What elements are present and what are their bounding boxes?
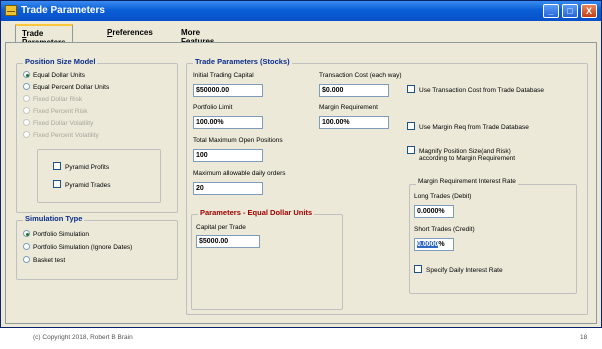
window-title: Trade Parameters (21, 5, 105, 16)
option-label: Use Transaction Cost from Trade Database (419, 87, 545, 94)
tab-label: references (112, 28, 153, 37)
page-number: 18 (580, 334, 588, 341)
margin-interest-group: Margin Requirement Interest Rate Long Tr… (409, 178, 577, 294)
pyramid-group (37, 149, 161, 203)
checkbox-use-margin-db[interactable]: Use Margin Req from Trade Database (407, 122, 529, 131)
app-icon (5, 5, 17, 16)
radio-fixed-percent-volatility: Fixed Percent Volatility (23, 131, 99, 139)
simulation-type-title: Simulation Type (23, 214, 85, 223)
radio-equal-percent-dollar-units[interactable]: Equal Percent Dollar Units (23, 83, 109, 91)
radio-icon (23, 131, 30, 138)
checkbox-specify-daily-interest[interactable]: Specify Daily Interest Rate (414, 265, 503, 274)
option-label: Pyramid Profits (65, 164, 110, 171)
close-button[interactable]: X (581, 4, 597, 18)
short-trades-field[interactable]: 0.0000% (414, 238, 454, 251)
checkbox-icon (53, 180, 61, 188)
option-label: Equal Dollar Units (33, 72, 86, 79)
radio-icon (23, 95, 30, 102)
checkbox-pyramid-profits[interactable]: Pyramid Profits (53, 162, 109, 171)
long-trades-field[interactable]: 0.0000% (414, 205, 454, 218)
transaction-cost-field[interactable]: $0.000 (319, 84, 389, 97)
initial-capital-label: Initial Trading Capital (193, 72, 254, 79)
radio-portfolio-simulation-ignore-dates[interactable]: Portfolio Simulation (Ignore Dates) (23, 243, 132, 251)
checkbox-pyramid-trades[interactable]: Pyramid Trades (53, 180, 111, 189)
trade-parameters-title: Trade Parameters (Stocks) (193, 57, 292, 66)
radio-basket-test[interactable]: Basket test (23, 256, 65, 264)
initial-capital-field[interactable]: $50000.00 (193, 84, 263, 97)
checkbox-magnify-position-size[interactable]: Magnify Position Size(and Risk) (407, 146, 511, 155)
max-daily-orders-label: Maximum allowable daily orders (193, 170, 286, 177)
portfolio-limit-field[interactable]: 100.00% (193, 116, 263, 129)
option-label: Specify Daily Interest Rate (426, 267, 503, 274)
checkbox-icon (53, 162, 61, 170)
copyright-text: (c) Copyright 2018, Robert B Brain (33, 334, 133, 341)
radio-equal-dollar-units[interactable]: Equal Dollar Units (23, 71, 85, 79)
option-label: Fixed Percent Volatility (33, 132, 99, 139)
minimize-button[interactable]: _ (543, 4, 559, 18)
transaction-cost-label: Transaction Cost (each way) (319, 72, 402, 79)
capital-per-trade-field[interactable]: $5000.00 (196, 235, 260, 248)
option-label: Portfolio Simulation (Ignore Dates) (33, 244, 133, 251)
capital-per-trade-label: Capital per Trade (196, 224, 246, 231)
portfolio-limit-label: Portfolio Limit (193, 104, 233, 111)
short-trades-selected-text: 0.0000 (417, 241, 439, 248)
maximize-button[interactable]: □ (562, 4, 578, 18)
option-label: Use Margin Req from Trade Database (419, 124, 529, 131)
position-size-model-title: Position Size Model (23, 57, 98, 66)
long-trades-label: Long Trades (Debit) (414, 193, 472, 200)
checkbox-icon (407, 85, 415, 93)
option-label: Pyramid Trades (65, 182, 111, 189)
option-label: Magnify Position Size(and Risk) (419, 148, 511, 155)
radio-icon (23, 83, 30, 90)
radio-icon (23, 256, 30, 263)
margin-requirement-label: Margin Requirement (319, 104, 378, 111)
radio-fixed-percent-risk: Fixed Percent Risk (23, 107, 88, 115)
radio-selected-icon (23, 230, 30, 237)
position-size-model-group: Position Size Model Equal Dollar Units E… (16, 57, 178, 213)
radio-icon (23, 119, 30, 126)
margin-interest-title: Margin Requirement Interest Rate (416, 178, 518, 185)
checkbox-icon (407, 146, 415, 154)
trade-parameters-window: Trade Parameters _ □ X Trade Parameters … (0, 0, 602, 328)
max-positions-field[interactable]: 100 (193, 149, 263, 162)
short-trades-suffix: % (438, 241, 445, 248)
equal-dollar-units-title: Parameters - Equal Dollar Units (198, 208, 315, 217)
max-positions-label: Total Maximum Open Positions (193, 137, 283, 144)
equal-dollar-units-group: Parameters - Equal Dollar Units Capital … (191, 208, 343, 310)
tab-more-features[interactable]: More Features.... (175, 25, 230, 46)
option-label: Fixed Dollar Volatility (33, 120, 94, 127)
short-trades-label: Short Trades (Credit) (414, 226, 475, 233)
radio-icon (23, 243, 30, 250)
option-label: Fixed Percent Risk (33, 108, 88, 115)
radio-fixed-dollar-volatility: Fixed Dollar Volatility (23, 119, 93, 127)
tab-preferences[interactable]: Preferences (101, 25, 159, 43)
title-bar[interactable]: Trade Parameters _ □ X (1, 1, 601, 21)
option-label: Fixed Dollar Risk (33, 96, 83, 103)
checkbox-use-transaction-cost-db[interactable]: Use Transaction Cost from Trade Database (407, 85, 544, 94)
radio-fixed-dollar-risk: Fixed Dollar Risk (23, 95, 82, 103)
max-daily-orders-field[interactable]: 20 (193, 182, 263, 195)
radio-portfolio-simulation[interactable]: Portfolio Simulation (23, 230, 89, 238)
radio-selected-icon (23, 71, 30, 78)
simulation-type-group: Simulation Type Portfolio Simulation Por… (16, 214, 178, 280)
margin-requirement-field[interactable]: 100.00% (319, 116, 389, 129)
magnify-label-line2: according to Margin Requirement (419, 155, 516, 162)
checkbox-icon (414, 265, 422, 273)
trade-parameters-group: Trade Parameters (Stocks) Initial Tradin… (186, 57, 588, 315)
tab-trade-parameters[interactable]: Trade Parameters (15, 24, 73, 47)
checkbox-icon (407, 122, 415, 130)
radio-icon (23, 107, 30, 114)
option-label: Basket test (33, 257, 66, 264)
tab-pane: Position Size Model Equal Dollar Units E… (5, 42, 597, 324)
option-label: Portfolio Simulation (33, 231, 89, 238)
option-label: Equal Percent Dollar Units (33, 84, 110, 91)
